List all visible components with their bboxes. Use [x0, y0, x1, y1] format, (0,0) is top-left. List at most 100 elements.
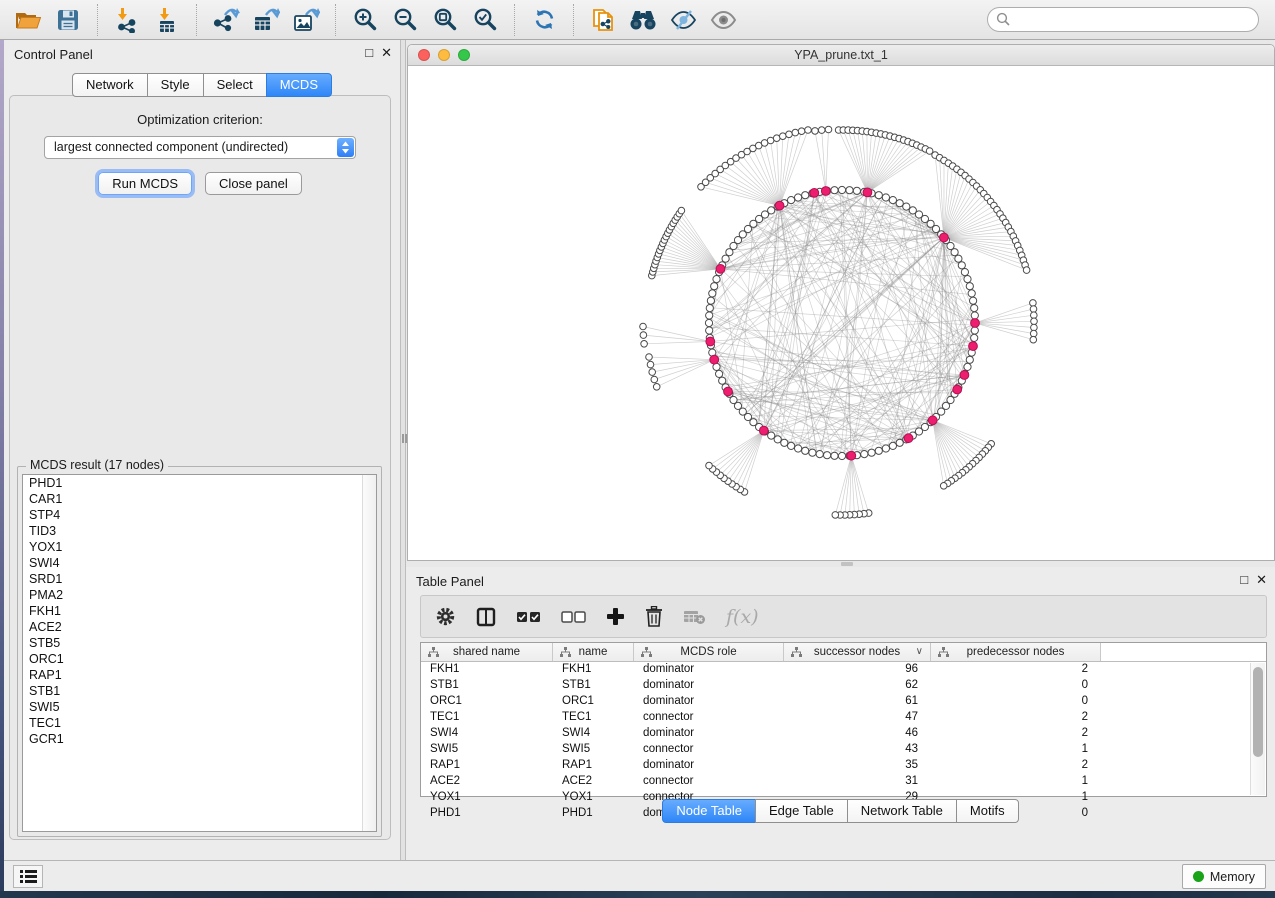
float-panel-icon[interactable]: □: [365, 45, 373, 61]
table-cell: 46: [784, 726, 931, 742]
mcds-result-item[interactable]: PHD1: [23, 475, 376, 491]
mcds-result-item[interactable]: FKH1: [23, 603, 376, 619]
tab-network[interactable]: Network: [72, 73, 148, 97]
run-mcds-button[interactable]: Run MCDS: [98, 172, 192, 195]
export-network-button[interactable]: [206, 3, 246, 37]
zoom-in-button[interactable]: [345, 3, 385, 37]
table-cell: FKH1: [553, 662, 634, 678]
table-cell: ACE2: [421, 774, 553, 790]
zoom-out-button[interactable]: [385, 3, 425, 37]
import-network-button[interactable]: [107, 3, 147, 37]
close-window-icon[interactable]: [418, 49, 430, 61]
table-row[interactable]: STB1STB1dominator620: [421, 678, 1266, 694]
table-cell: FKH1: [421, 662, 553, 678]
column-header-name[interactable]: name: [553, 643, 634, 661]
trash-icon: [645, 606, 663, 627]
zoom-fit-button[interactable]: [425, 3, 465, 37]
task-history-button[interactable]: [13, 865, 43, 888]
network-window-title: YPA_prune.txt_1: [794, 48, 888, 62]
delete-column-button[interactable]: [645, 603, 663, 631]
table-settings-button[interactable]: [435, 603, 456, 631]
column-header-successor-nodes[interactable]: successor nodes∨: [784, 643, 931, 661]
hide-selected-button[interactable]: [663, 3, 703, 37]
import-table-button[interactable]: [147, 3, 187, 37]
export-image-icon: [292, 7, 320, 33]
table-row[interactable]: FKH1FKH1dominator962: [421, 662, 1266, 678]
new-network-from-selection-button[interactable]: [583, 3, 623, 37]
save-session-button[interactable]: [48, 3, 88, 37]
column-header-shared-name[interactable]: shared name: [421, 643, 553, 661]
zoom-window-icon[interactable]: [458, 49, 470, 61]
mcds-result-item[interactable]: YOX1: [23, 539, 376, 555]
search-input[interactable]: [1016, 12, 1250, 28]
table-row[interactable]: ORC1ORC1dominator610: [421, 694, 1266, 710]
table-cell: 35: [784, 758, 931, 774]
table-tab-network-table[interactable]: Network Table: [847, 799, 957, 823]
show-all-button[interactable]: [703, 3, 743, 37]
network-canvas[interactable]: [408, 66, 1274, 560]
delete-table-button-disabled[interactable]: [683, 603, 706, 631]
deselect-all-button[interactable]: [561, 603, 586, 631]
mcds-result-item[interactable]: TID3: [23, 523, 376, 539]
mcds-result-item[interactable]: STB5: [23, 635, 376, 651]
search-field[interactable]: [987, 7, 1259, 32]
mcds-result-item[interactable]: ACE2: [23, 619, 376, 635]
function-builder-button-disabled[interactable]: f(x): [726, 606, 759, 628]
table-row[interactable]: SWI5SWI5connector431: [421, 742, 1266, 758]
tab-mcds[interactable]: MCDS: [266, 73, 332, 97]
mcds-result-item[interactable]: STP4: [23, 507, 376, 523]
network-window-titlebar[interactable]: YPA_prune.txt_1: [408, 45, 1274, 66]
mcds-result-item[interactable]: RAP1: [23, 667, 376, 683]
tab-select[interactable]: Select: [203, 73, 267, 97]
mcds-result-item[interactable]: GCR1: [23, 731, 376, 747]
table-tab-edge-table[interactable]: Edge Table: [755, 799, 848, 823]
zoom-selected-button[interactable]: [465, 3, 505, 37]
optimization-criterion-select[interactable]: largest connected component (undirected): [44, 136, 356, 159]
save-floppy-icon: [57, 9, 79, 31]
column-header-MCDS-role[interactable]: MCDS role: [634, 643, 784, 661]
control-panel-tabs: NetworkStyleSelectMCDS: [4, 73, 400, 97]
mcds-result-item[interactable]: STB1: [23, 683, 376, 699]
mcds-result-item[interactable]: PMA2: [23, 587, 376, 603]
table-cell: TEC1: [553, 710, 634, 726]
close-panel-icon[interactable]: ✕: [1256, 572, 1267, 588]
table-cell: 96: [784, 662, 931, 678]
table-cell: SWI4: [421, 726, 553, 742]
table-cell: 2: [931, 662, 1101, 678]
column-header-predecessor-nodes[interactable]: predecessor nodes: [931, 643, 1101, 661]
export-table-button[interactable]: [246, 3, 286, 37]
table-row[interactable]: ACE2ACE2connector311: [421, 774, 1266, 790]
tab-style[interactable]: Style: [147, 73, 204, 97]
minimize-window-icon[interactable]: [438, 49, 450, 61]
show-column-button[interactable]: [476, 603, 496, 631]
scrollbar-thumb[interactable]: [1253, 667, 1263, 757]
table-cell: dominator: [634, 662, 784, 678]
export-image-button[interactable]: [286, 3, 326, 37]
mcds-result-list[interactable]: PHD1CAR1STP4TID3YOX1SWI4SRD1PMA2FKH1ACE2…: [22, 474, 377, 832]
select-all-button[interactable]: [516, 603, 541, 631]
mcds-result-item[interactable]: ORC1: [23, 651, 376, 667]
mcds-result-item[interactable]: CAR1: [23, 491, 376, 507]
export-table-icon: [252, 7, 280, 33]
table-tab-node-table[interactable]: Node Table: [662, 799, 756, 823]
mcds-result-item[interactable]: TEC1: [23, 715, 376, 731]
open-session-button[interactable]: [8, 3, 48, 37]
table-row[interactable]: RAP1RAP1dominator352: [421, 758, 1266, 774]
memory-button[interactable]: Memory: [1182, 864, 1266, 889]
refresh-button[interactable]: [524, 3, 564, 37]
first-neighbors-button[interactable]: [623, 3, 663, 37]
binoculars-icon: [629, 9, 657, 31]
create-column-button[interactable]: [606, 603, 625, 631]
table-scrollbar[interactable]: [1250, 663, 1265, 795]
table-row[interactable]: TEC1TEC1connector472: [421, 710, 1266, 726]
mcds-result-item[interactable]: SWI4: [23, 555, 376, 571]
close-panel-button[interactable]: Close panel: [205, 172, 302, 195]
table-tab-motifs[interactable]: Motifs: [956, 799, 1019, 823]
mcds-result-item[interactable]: SRD1: [23, 571, 376, 587]
table-row[interactable]: SWI4SWI4dominator462: [421, 726, 1266, 742]
list-scrollbar[interactable]: [362, 475, 376, 831]
mcds-result-item[interactable]: SWI5: [23, 699, 376, 715]
float-panel-icon[interactable]: □: [1240, 572, 1248, 588]
network-graph[interactable]: [408, 66, 1274, 560]
close-panel-icon[interactable]: ✕: [381, 45, 392, 61]
